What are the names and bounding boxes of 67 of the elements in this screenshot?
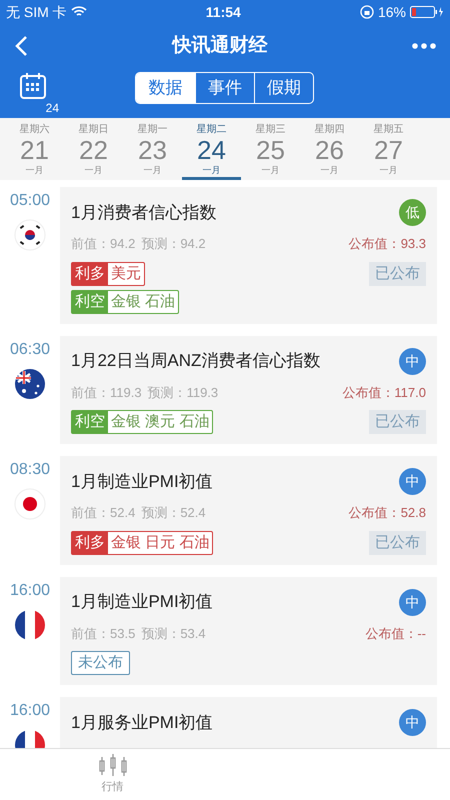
forecast-value: 预测：119.3 bbox=[148, 384, 218, 402]
event-time: 08:30 bbox=[10, 460, 50, 480]
rotation-lock-icon bbox=[360, 5, 374, 19]
date-tab[interactable]: 星期一 23 一月 bbox=[123, 118, 182, 180]
calendar-icon bbox=[20, 72, 48, 100]
event-time: 16:00 bbox=[10, 580, 50, 600]
actual-value: 公布值：117.0 bbox=[342, 384, 426, 402]
actual-value: 公布值：93.3 bbox=[348, 235, 426, 253]
forecast-value: 预测：52.4 bbox=[141, 504, 206, 522]
calendar-button[interactable]: 24 bbox=[20, 72, 60, 114]
event-card[interactable]: 1月制造业PMI初值 中 前值：53.5 预测：53.4 公布值：-- 未公布 bbox=[60, 576, 437, 685]
previous-value: 前值：119.3 bbox=[71, 384, 142, 402]
status-tag: 已公布 bbox=[369, 410, 426, 434]
segment-tab[interactable]: 假期 bbox=[254, 73, 313, 103]
event-time: 16:00 bbox=[10, 701, 50, 721]
event-time: 05:00 bbox=[10, 191, 50, 211]
calendar-day: 24 bbox=[44, 102, 60, 114]
status-tag: 未公布 bbox=[71, 651, 130, 675]
date-tab[interactable]: 星期日 22 一月 bbox=[64, 118, 123, 180]
previous-value: 前值：52.4 bbox=[71, 504, 136, 522]
forecast-value: 预测：94.2 bbox=[141, 235, 206, 253]
event-time: 06:30 bbox=[10, 340, 50, 360]
date-tab[interactable]: 星期二 24 一月 bbox=[182, 118, 241, 180]
actual-value: 公布值：52.8 bbox=[348, 504, 426, 522]
impact-assets: 美元 bbox=[110, 264, 142, 284]
event-title: 1月制造业PMI初值 bbox=[71, 591, 213, 613]
status-tag: 已公布 bbox=[369, 530, 426, 554]
previous-value: 前值：53.5 bbox=[71, 624, 136, 642]
segment-tab[interactable]: 数据 bbox=[136, 73, 195, 103]
clock-label: 11:54 bbox=[206, 2, 241, 22]
previous-value: 前值：94.2 bbox=[71, 235, 136, 253]
impact-label: 利空 bbox=[72, 411, 108, 433]
importance-badge: 中 bbox=[399, 468, 426, 495]
event-card[interactable]: 1月消费者信心指数 低 前值：94.2 预测：94.2 公布值：93.3 利多 美元 利空 金银 石油 已公布 bbox=[60, 187, 437, 324]
impact-label: 利多 bbox=[72, 262, 108, 284]
event-title: 1月22日当周ANZ消费者信心指数 bbox=[71, 350, 320, 372]
back-icon[interactable] bbox=[14, 35, 28, 57]
actual-value: 公布值：-- bbox=[365, 624, 426, 642]
segment-tab[interactable]: 事件 bbox=[195, 73, 254, 103]
impact-label: 利多 bbox=[72, 532, 108, 554]
impact-assets: 金银 澳元 石油 bbox=[110, 412, 210, 432]
date-tab[interactable]: 星期四 26 一月 bbox=[300, 118, 359, 180]
battery-percent: 16% bbox=[378, 2, 406, 22]
more-icon[interactable] bbox=[412, 43, 436, 49]
impact-assets: 金银 日元 石油 bbox=[110, 532, 210, 552]
forecast-value: 预测：53.4 bbox=[141, 624, 206, 642]
wifi-icon bbox=[70, 6, 87, 18]
window-title: 快讯通财经 bbox=[172, 34, 268, 58]
importance-badge: 中 bbox=[399, 709, 426, 736]
impact-assets: 金银 石油 bbox=[110, 292, 176, 312]
status-tag: 已公布 bbox=[369, 262, 426, 286]
impact-label: 利空 bbox=[72, 290, 108, 312]
date-tab[interactable]: 星期六 21 一月 bbox=[5, 118, 64, 180]
event-title: 1月服务业PMI初值 bbox=[71, 712, 213, 734]
importance-badge: 中 bbox=[399, 588, 426, 616]
bottom-tab[interactable]: 行情 bbox=[0, 749, 225, 800]
event-card[interactable]: 1月服务业PMI初值 中 bbox=[60, 697, 437, 748]
date-tab[interactable]: 星期五 27 一月 bbox=[359, 118, 418, 180]
event-card[interactable]: 1月22日当周ANZ消费者信心指数 中 前值：119.3 预测：119.3 公布值：117.0 利空 金银 澳元 石油 已公布 bbox=[60, 336, 437, 444]
date-tab[interactable]: 星期三 25 一月 bbox=[241, 118, 300, 180]
carrier-label: 无 SIM 卡 bbox=[6, 2, 67, 22]
event-card[interactable]: 1月制造业PMI初值 中 前值：52.4 预测：52.4 公布值：52.8 利多 金银 日元 石油 已公布 bbox=[60, 456, 437, 564]
importance-badge: 低 bbox=[399, 199, 426, 226]
event-title: 1月制造业PMI初值 bbox=[71, 470, 213, 492]
battery-icon bbox=[410, 6, 444, 18]
importance-badge: 中 bbox=[399, 348, 426, 374]
event-title: 1月消费者信心指数 bbox=[71, 202, 216, 224]
